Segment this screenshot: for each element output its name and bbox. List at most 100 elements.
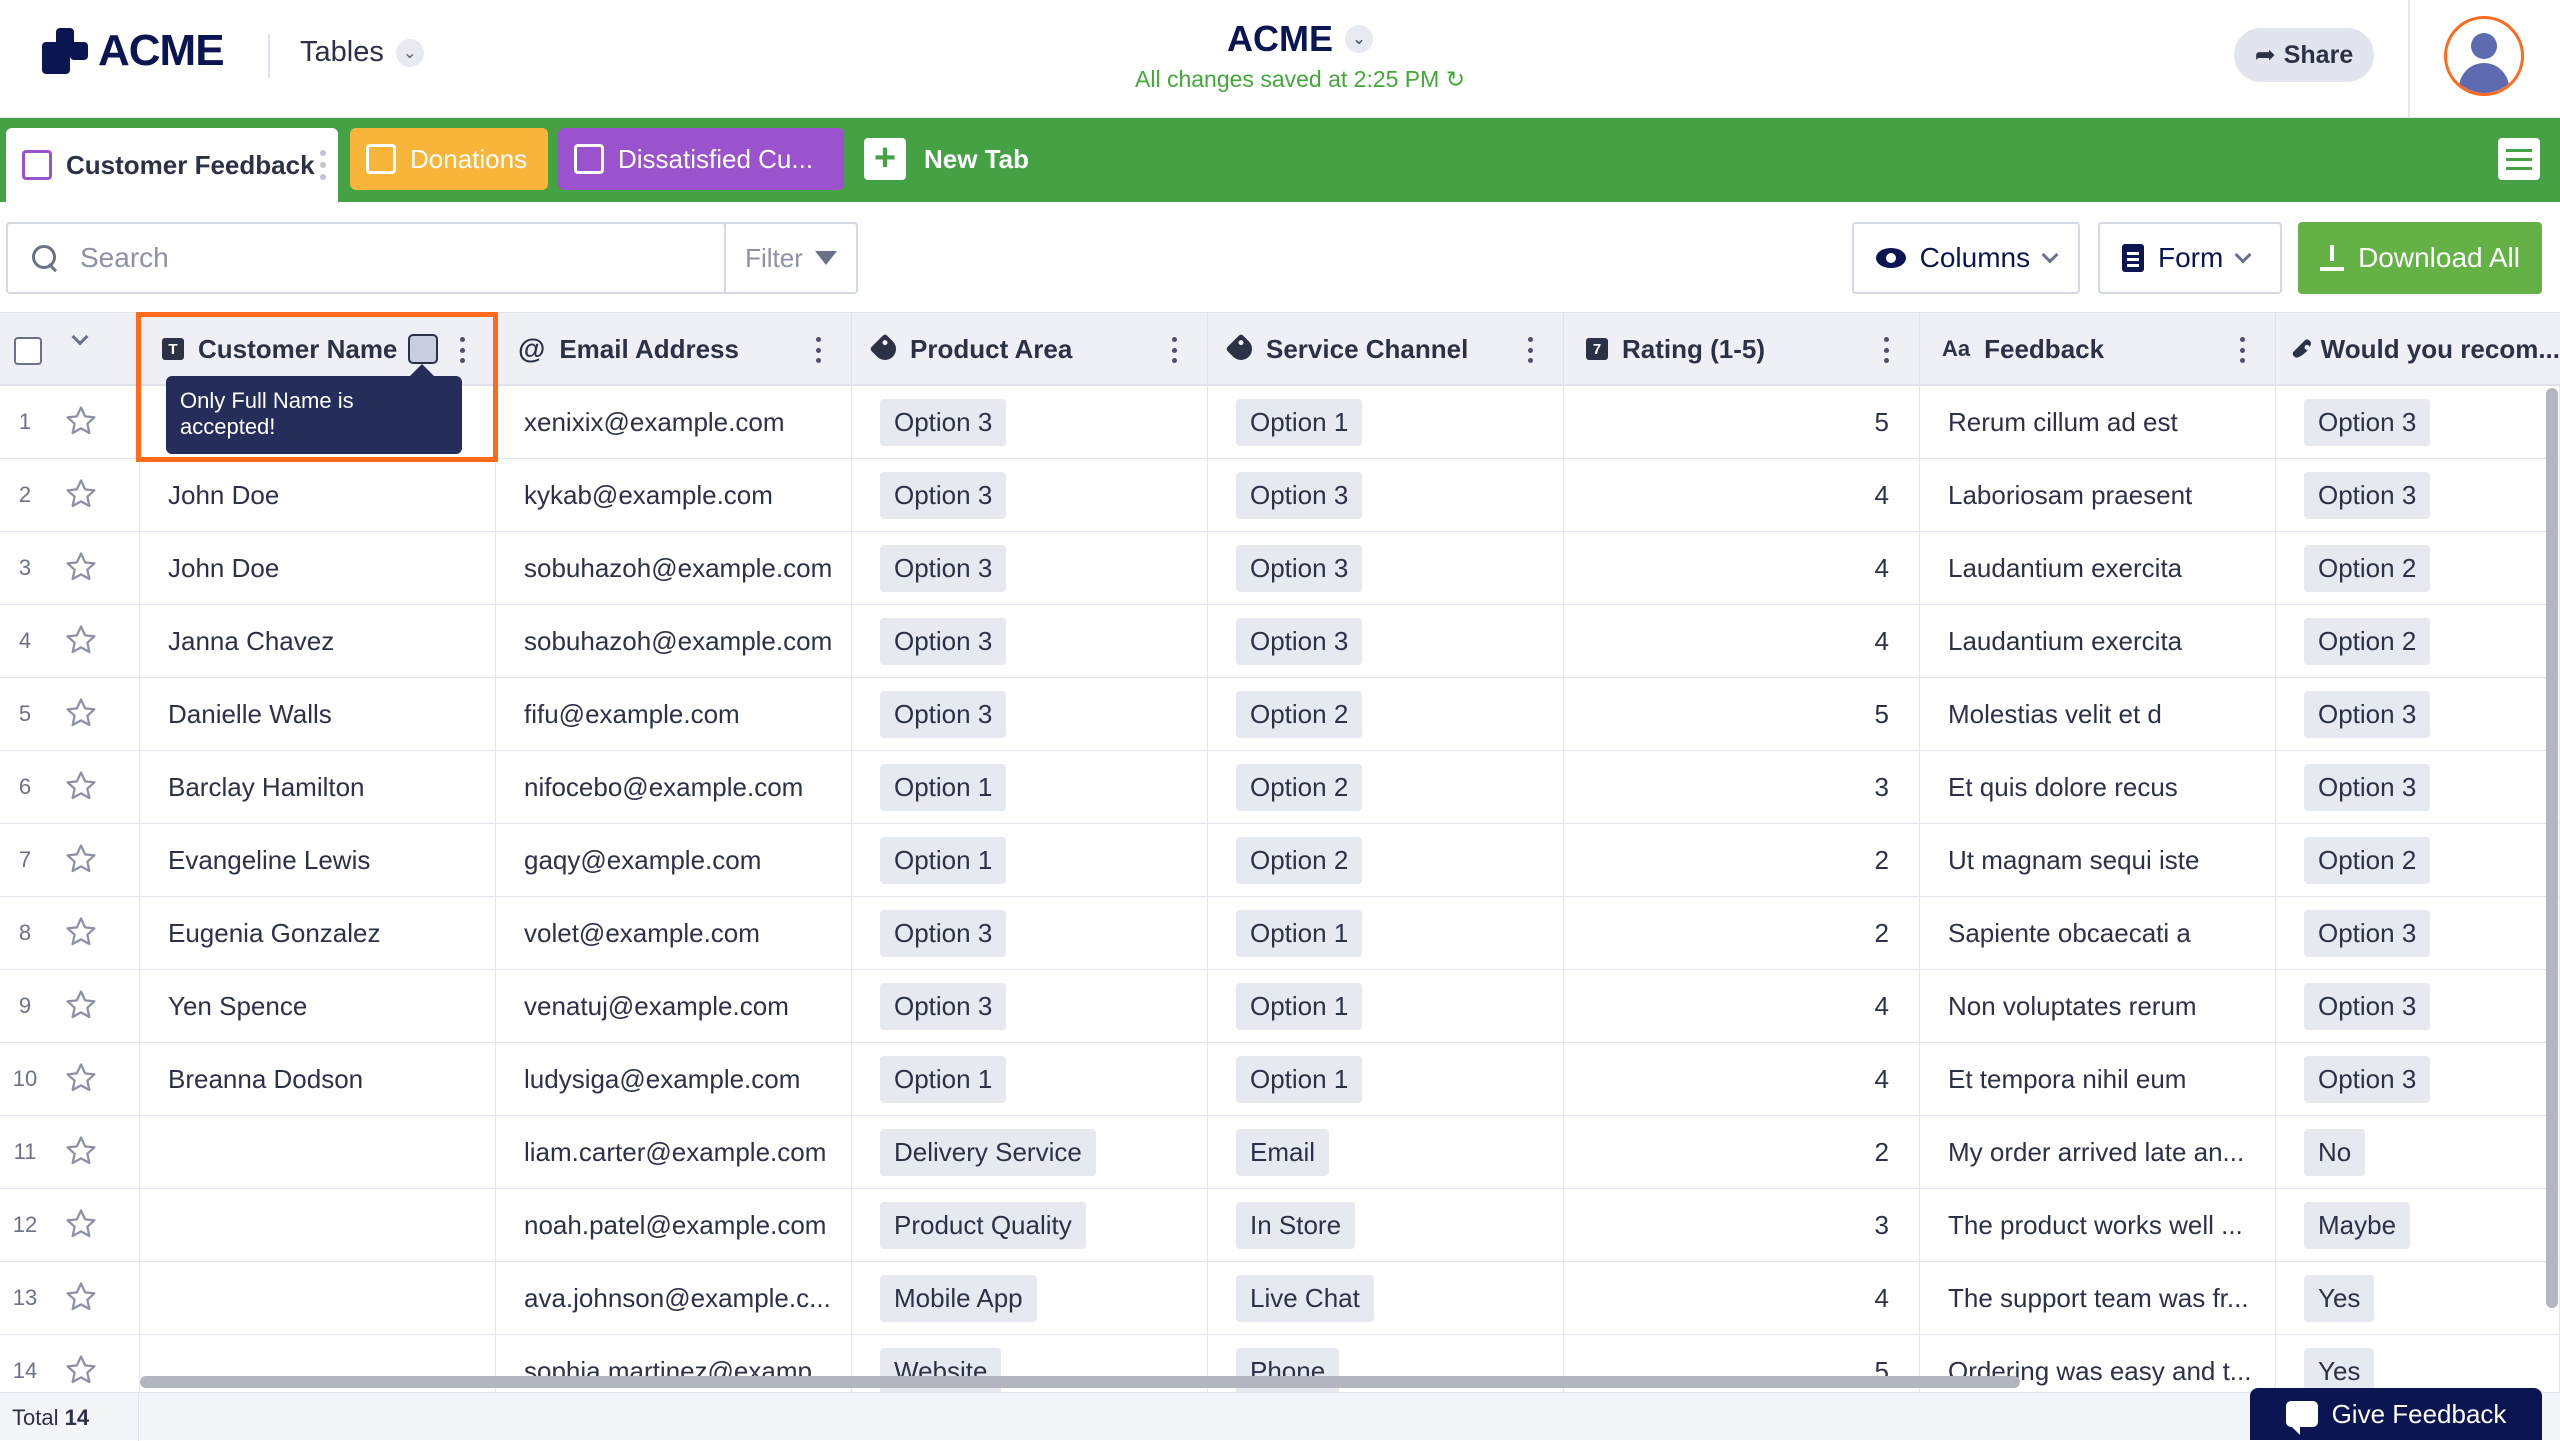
table-row[interactable]: 6 Barclay Hamilton nifocebo@example.com Opt… [0,751,2560,824]
cell-product[interactable]: Option 3 [852,678,1208,750]
cell-feedback[interactable]: Sapiente obcaecati a [1920,897,2276,969]
tables-menu[interactable]: Tables ⌄ [300,36,424,69]
cell-name[interactable]: Eugenia Gonzalez [140,897,496,969]
column-header-email-address[interactable]: @ Email Address [496,313,852,385]
cell-name[interactable]: Evangeline Lewis [140,824,496,896]
cell-email[interactable]: ava.johnson@example.c... [496,1262,852,1334]
cell-channel[interactable]: Option 2 [1208,751,1564,823]
user-avatar[interactable] [2444,16,2524,96]
column-header-feedback[interactable]: Aa Feedback [1920,313,2276,385]
table-row[interactable]: 3 John Doe sobuhazoh@example.com Option 3 Op… [0,532,2560,605]
cell-email[interactable]: sobuhazoh@example.com [496,605,852,677]
column-options-icon[interactable] [460,337,465,363]
table-row[interactable]: 4 Janna Chavez sobuhazoh@example.com Option… [0,605,2560,678]
cell-rating[interactable]: 2 [1564,824,1920,896]
cell-product[interactable]: Mobile App [852,1262,1208,1334]
table-row[interactable]: 2 John Doe kykab@example.com Option 3 Option… [0,459,2560,532]
star-icon[interactable] [64,1280,98,1314]
cell-recommend[interactable]: Yes [2276,1262,2560,1334]
cell-feedback[interactable]: Rerum cillum ad est [1920,386,2276,458]
column-options-icon[interactable] [1172,337,1177,363]
search-input[interactable] [80,242,680,274]
cell-email[interactable]: sobuhazoh@example.com [496,532,852,604]
horizontal-scrollbar[interactable] [140,1376,2020,1388]
cell-channel[interactable]: Option 2 [1208,678,1564,750]
cell-recommend[interactable]: Option 3 [2276,386,2560,458]
cell-rating[interactable]: 4 [1564,970,1920,1042]
star-icon[interactable] [64,623,98,657]
share-button[interactable]: ➦ Share [2234,28,2374,82]
column-action-icon[interactable] [408,334,438,364]
cell-email[interactable]: noah.patel@example.com [496,1189,852,1261]
cell-rating[interactable]: 5 [1564,386,1920,458]
cell-recommend[interactable]: Option 3 [2276,459,2560,531]
cell-product[interactable]: Option 3 [852,459,1208,531]
cell-feedback[interactable]: Ut magnam sequi iste [1920,824,2276,896]
cell-email[interactable]: venatuj@example.com [496,970,852,1042]
cell-rating[interactable]: 2 [1564,1116,1920,1188]
cell-feedback[interactable]: Molestias velit et d [1920,678,2276,750]
cell-email[interactable]: gaqy@example.com [496,824,852,896]
cell-product[interactable]: Option 1 [852,751,1208,823]
cell-email[interactable]: fifu@example.com [496,678,852,750]
cell-name[interactable]: Yen Spence [140,970,496,1042]
column-header-rating[interactable]: 7 Rating (1-5) [1564,313,1920,385]
cell-email[interactable]: volet@example.com [496,897,852,969]
cell-product[interactable]: Option 3 [852,897,1208,969]
column-options-icon[interactable] [1884,337,1889,363]
column-header-would-you-recommend[interactable]: Would you recom... [2276,313,2560,385]
cell-rating[interactable]: 3 [1564,751,1920,823]
column-options-icon[interactable] [1528,337,1533,363]
table-row[interactable]: 8 Eugenia Gonzalez volet@example.com Option… [0,897,2560,970]
columns-button[interactable]: Columns [1852,222,2080,294]
cell-product[interactable]: Option 1 [852,1043,1208,1115]
cell-rating[interactable]: 2 [1564,897,1920,969]
table-row[interactable]: 11 liam.carter@example.com Delivery Servic… [0,1116,2560,1189]
cell-feedback[interactable]: Non voluptates rerum [1920,970,2276,1042]
cell-channel[interactable]: Option 1 [1208,1043,1564,1115]
cell-rating[interactable]: 3 [1564,1189,1920,1261]
table-row[interactable]: 12 noah.patel@example.com Product Quality I… [0,1189,2560,1262]
star-icon[interactable] [64,550,98,584]
cell-channel[interactable]: Option 3 [1208,459,1564,531]
cell-feedback[interactable]: Et quis dolore recus [1920,751,2276,823]
cell-channel[interactable]: Email [1208,1116,1564,1188]
cell-rating[interactable]: 4 [1564,1043,1920,1115]
cell-channel[interactable]: Option 1 [1208,386,1564,458]
hamburger-menu-icon[interactable] [2498,138,2540,180]
cell-recommend[interactable]: Option 3 [2276,1043,2560,1115]
star-icon[interactable] [64,696,98,730]
filter-button[interactable]: Filter [724,222,858,294]
download-all-button[interactable]: Download All [2298,222,2542,294]
new-tab-button[interactable]: + New Tab [864,138,1029,180]
cell-channel[interactable]: Option 1 [1208,970,1564,1042]
cell-channel[interactable]: Option 1 [1208,897,1564,969]
tab-customer-feedback[interactable]: Customer Feedback [6,128,338,202]
star-icon[interactable] [64,915,98,949]
cell-email[interactable]: kykab@example.com [496,459,852,531]
cell-recommend[interactable]: Option 3 [2276,970,2560,1042]
tab-dissatisfied-customers[interactable]: Dissatisfied Cu... [558,128,844,190]
column-header-service-channel[interactable]: Service Channel [1208,313,1564,385]
cell-email[interactable]: nifocebo@example.com [496,751,852,823]
cell-channel[interactable]: Option 2 [1208,824,1564,896]
star-icon[interactable] [64,1134,98,1168]
star-icon[interactable] [64,842,98,876]
cell-email[interactable]: xenixix@example.com [496,386,852,458]
cell-feedback[interactable]: My order arrived late an... [1920,1116,2276,1188]
cell-channel[interactable]: In Store [1208,1189,1564,1261]
cell-email[interactable]: ludysiga@example.com [496,1043,852,1115]
cell-product[interactable]: Option 3 [852,386,1208,458]
cell-product[interactable]: Option 1 [852,824,1208,896]
star-icon[interactable] [64,1061,98,1095]
cell-rating[interactable]: 4 [1564,459,1920,531]
star-icon[interactable] [64,988,98,1022]
cell-name[interactable]: John Doe [140,532,496,604]
star-icon[interactable] [64,769,98,803]
cell-name[interactable]: Janna Chavez [140,605,496,677]
form-button[interactable]: Form [2098,222,2282,294]
star-icon[interactable] [64,1353,98,1387]
cell-name[interactable]: Breanna Dodson [140,1043,496,1115]
table-row[interactable]: 7 Evangeline Lewis gaqy@example.com Option … [0,824,2560,897]
cell-name[interactable] [140,1189,496,1261]
